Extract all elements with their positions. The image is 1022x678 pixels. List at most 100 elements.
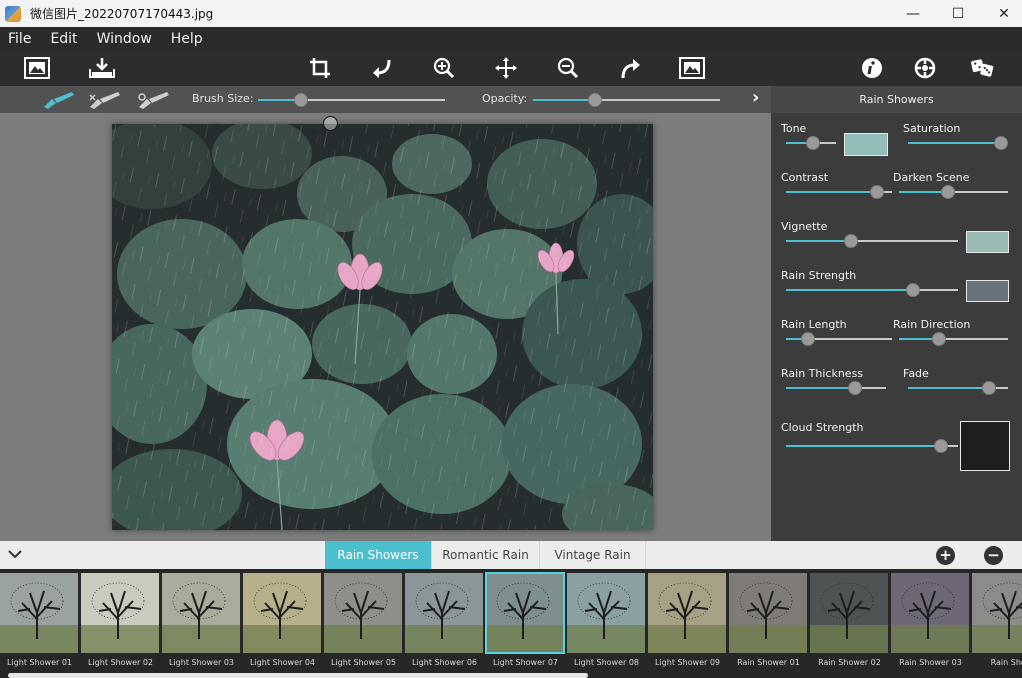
slider-knob[interactable]: [844, 234, 859, 248]
random-icon: [971, 59, 994, 77]
preset-thumbnail[interactable]: [243, 573, 321, 653]
rotate-left-button[interactable]: [369, 55, 395, 81]
tab-romantic-rain[interactable]: Romantic Rain: [432, 541, 540, 569]
tab-vintage-rain[interactable]: Vintage Rain: [540, 541, 646, 569]
preset-thumbnail[interactable]: [324, 573, 402, 653]
slider-knob[interactable]: [941, 185, 956, 199]
rain-direction-slider[interactable]: [899, 332, 1008, 346]
menu-help[interactable]: Help: [171, 31, 203, 47]
random-button[interactable]: [970, 55, 996, 81]
preset-thumbnail-strip: Light Shower 01 Light Shower 02 Light Show…: [0, 569, 1022, 678]
rain-length-slider[interactable]: [786, 332, 892, 346]
preset-thumbnail[interactable]: [729, 573, 807, 653]
preset-thumbnail[interactable]: [567, 573, 645, 653]
contrast-slider[interactable]: [786, 185, 892, 199]
preset-thumbnail[interactable]: [81, 573, 159, 653]
slider-knob[interactable]: [801, 332, 816, 346]
move-button[interactable]: [493, 55, 519, 81]
fade-slider[interactable]: [908, 381, 1008, 395]
cloud-strength-label: Cloud Strength: [781, 421, 864, 434]
contrast-label: Contrast: [781, 171, 829, 184]
preset-thumbnail-label: Rain Show: [990, 658, 1022, 667]
main-photo[interactable]: [112, 124, 653, 530]
slider-knob[interactable]: [294, 93, 308, 107]
tree-thumbnail-image: [81, 573, 159, 653]
settings-icon: [914, 57, 936, 79]
panel-title: Rain Showers: [771, 86, 1022, 113]
slider-knob[interactable]: [932, 332, 947, 346]
zoom-out-button[interactable]: [555, 55, 581, 81]
cloud-texture-swatch[interactable]: [960, 421, 1010, 471]
restore-brush-icon[interactable]: [137, 91, 171, 109]
slider-knob[interactable]: [933, 439, 948, 453]
slider-knob[interactable]: [805, 136, 820, 150]
rain-color-swatch[interactable]: [966, 280, 1009, 302]
preset-thumbnail[interactable]: [891, 573, 969, 653]
brush-toolbar: Brush Size: Opacity: ›: [0, 86, 771, 113]
close-button[interactable]: ✕: [981, 0, 1022, 27]
preset-thumbnail[interactable]: [0, 573, 78, 653]
preset-thumbnail-label: Light Shower 02: [87, 658, 154, 667]
preset-thumbnail[interactable]: [648, 573, 726, 653]
erase-brush-icon[interactable]: [88, 91, 122, 109]
crop-button[interactable]: [307, 55, 333, 81]
preset-thumbnail[interactable]: [405, 573, 483, 653]
tone-color-swatch[interactable]: [844, 133, 888, 156]
preset-thumbnail-label: Light Shower 06: [411, 658, 478, 667]
minimize-icon: —: [906, 5, 920, 22]
tree-thumbnail-image: [810, 573, 888, 653]
preset-thumbnail[interactable]: [810, 573, 888, 653]
darken-scene-slider[interactable]: [899, 185, 1008, 199]
darken-scene-label: Darken Scene: [893, 171, 970, 184]
rain-direction-label: Rain Direction: [893, 318, 971, 331]
slider-knob[interactable]: [587, 93, 602, 107]
slider-knob[interactable]: [906, 283, 921, 297]
brush-size-slider[interactable]: [258, 93, 445, 107]
preset-thumbnail[interactable]: [972, 573, 1022, 653]
cloud-strength-slider[interactable]: [786, 439, 958, 453]
rotate-right-button[interactable]: [617, 55, 643, 81]
slider-knob[interactable]: [982, 381, 996, 395]
title-bar: 微信图片_20220707170443.jpg — ☐ ✕: [0, 0, 1022, 27]
minimize-button[interactable]: —: [890, 0, 936, 27]
tree-thumbnail-image: [972, 573, 1022, 653]
settings-panel: Tone Saturation Contrast Darken Scene Vi…: [771, 113, 1022, 541]
maximize-button[interactable]: ☐: [935, 0, 981, 27]
rain-strength-label: Rain Strength: [781, 269, 857, 282]
window-title: 微信图片_20220707170443.jpg: [30, 7, 214, 21]
thumbnail-scrollbar[interactable]: [8, 673, 588, 678]
tab-rain-showers[interactable]: Rain Showers: [325, 541, 432, 569]
opacity-slider[interactable]: [533, 93, 720, 107]
slider-knob[interactable]: [870, 185, 885, 199]
rain-thickness-slider[interactable]: [786, 381, 886, 395]
slider-knob[interactable]: [848, 381, 862, 395]
preset-thumbnail[interactable]: [162, 573, 240, 653]
paint-brush-icon[interactable]: [42, 91, 76, 109]
preset-thumbnail[interactable]: [485, 572, 565, 654]
vignette-color-swatch[interactable]: [966, 231, 1009, 253]
tone-label: Tone: [781, 122, 807, 135]
save-button[interactable]: [89, 55, 115, 81]
menu-file[interactable]: File: [8, 31, 31, 47]
add-preset-button[interactable]: +: [936, 546, 955, 565]
tree-thumbnail-image: [486, 573, 564, 653]
preset-thumbnail-label: Rain Shower 03: [899, 658, 962, 667]
info-button[interactable]: [859, 55, 885, 81]
preset-thumbnail-label: Light Shower 04: [249, 658, 316, 667]
expand-panel-button[interactable]: ›: [752, 87, 759, 108]
preset-thumbnail-label: Light Shower 05: [330, 658, 397, 667]
fit-image-button[interactable]: [679, 55, 705, 81]
saturation-slider[interactable]: [908, 136, 1008, 150]
vignette-slider[interactable]: [786, 234, 958, 248]
settings-button[interactable]: [912, 55, 938, 81]
open-image-button[interactable]: [24, 55, 50, 81]
remove-preset-button[interactable]: −: [984, 546, 1003, 565]
tone-slider[interactable]: [786, 136, 836, 150]
slider-knob[interactable]: [994, 136, 1008, 150]
chevron-down-icon[interactable]: [8, 549, 22, 559]
rain-strength-slider[interactable]: [786, 283, 958, 297]
zoom-in-button[interactable]: [431, 55, 457, 81]
menu-edit[interactable]: Edit: [50, 31, 77, 47]
menu-window[interactable]: Window: [97, 31, 152, 47]
preset-thumbnail-label: Rain Shower 01: [737, 658, 800, 667]
